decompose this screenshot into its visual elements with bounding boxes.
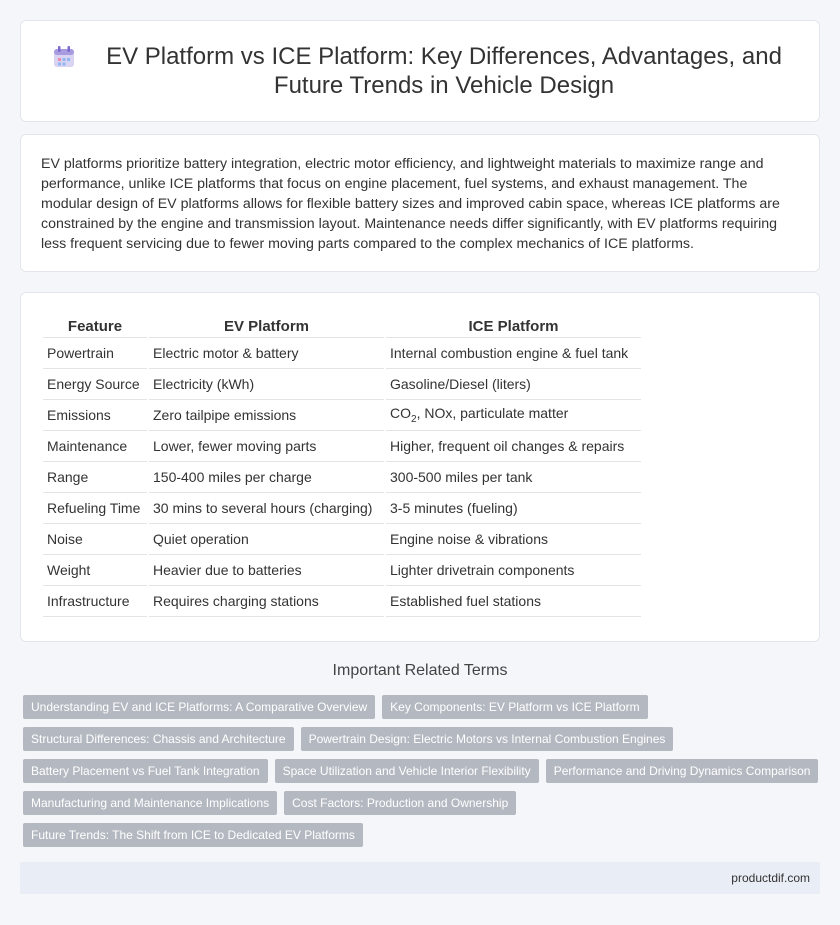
tag-row: Structural Differences: Chassis and Arch… bbox=[23, 727, 823, 751]
cell-ice: Higher, frequent oil changes & repairs bbox=[386, 431, 641, 462]
cell-ev: Quiet operation bbox=[149, 524, 384, 555]
related-term-link[interactable]: Key Components: EV Platform vs ICE Platf… bbox=[382, 695, 648, 719]
related-term-link[interactable]: Cost Factors: Production and Ownership bbox=[284, 791, 517, 815]
cell-ice: 3-5 minutes (fueling) bbox=[386, 493, 641, 524]
cell-ev: Heavier due to batteries bbox=[149, 555, 384, 586]
header-ev: EV Platform bbox=[149, 315, 384, 338]
cell-ice: Established fuel stations bbox=[386, 586, 641, 617]
cell-ice: Internal combustion engine & fuel tank bbox=[386, 338, 641, 369]
calendar-icon bbox=[51, 44, 77, 70]
comparison-card: Feature EV Platform ICE Platform Powertr… bbox=[20, 292, 820, 642]
related-term-link[interactable]: Understanding EV and ICE Platforms: A Co… bbox=[23, 695, 376, 719]
cell-ev: 150-400 miles per charge bbox=[149, 462, 384, 493]
tag-row: Battery Placement vs Fuel Tank Integrati… bbox=[23, 759, 823, 783]
table-row: Infrastructure Requires charging station… bbox=[43, 586, 641, 617]
cell-feature: Energy Source bbox=[43, 369, 147, 400]
cell-feature: Range bbox=[43, 462, 147, 493]
cell-feature: Infrastructure bbox=[43, 586, 147, 617]
emissions-rest: , NOx, particulate matter bbox=[416, 405, 569, 422]
header-card: EV Platform vs ICE Platform: Key Differe… bbox=[20, 20, 820, 122]
related-term-link[interactable]: Performance and Driving Dynamics Compari… bbox=[545, 759, 819, 783]
related-terms-list: Understanding EV and ICE Platforms: A Co… bbox=[23, 695, 823, 855]
cell-ice: CO2, NOx, particulate matter bbox=[386, 400, 641, 431]
tag-row: Understanding EV and ICE Platforms: A Co… bbox=[23, 695, 823, 719]
tag-row: Future Trends: The Shift from ICE to Ded… bbox=[23, 823, 823, 847]
related-terms-title: Important Related Terms bbox=[332, 662, 508, 679]
related-term-link[interactable]: Structural Differences: Chassis and Arch… bbox=[23, 727, 294, 751]
cell-ev: Zero tailpipe emissions bbox=[149, 400, 384, 431]
related-term-link[interactable]: Future Trends: The Shift from ICE to Ded… bbox=[23, 823, 363, 847]
table-row: Emissions Zero tailpipe emissions CO2, N… bbox=[43, 400, 641, 431]
comparison-table: Feature EV Platform ICE Platform Powertr… bbox=[41, 315, 643, 617]
cell-feature: Emissions bbox=[43, 400, 147, 431]
cell-ev: Electricity (kWh) bbox=[149, 369, 384, 400]
related-term-link[interactable]: Space Utilization and Vehicle Interior F… bbox=[274, 759, 539, 783]
related-term-link[interactable]: Powertrain Design: Electric Motors vs In… bbox=[300, 727, 674, 751]
table-row: Weight Heavier due to batteries Lighter … bbox=[43, 555, 641, 586]
intro-card: EV platforms prioritize battery integrat… bbox=[20, 134, 820, 272]
table-row: Powertrain Electric motor & battery Inte… bbox=[43, 338, 641, 369]
cell-ice: Engine noise & vibrations bbox=[386, 524, 641, 555]
co-text: CO bbox=[390, 405, 411, 422]
table-header-row: Feature EV Platform ICE Platform bbox=[43, 315, 641, 338]
cell-feature: Powertrain bbox=[43, 338, 147, 369]
related-term-link[interactable]: Battery Placement vs Fuel Tank Integrati… bbox=[23, 759, 268, 783]
table-row: Noise Quiet operation Engine noise & vib… bbox=[43, 524, 641, 555]
header-ice: ICE Platform bbox=[386, 315, 641, 338]
cell-ev: Requires charging stations bbox=[149, 586, 384, 617]
table-row: Energy Source Electricity (kWh) Gasoline… bbox=[43, 369, 641, 400]
related-term-link[interactable]: Manufacturing and Maintenance Implicatio… bbox=[23, 791, 278, 815]
footer: productdif.com bbox=[20, 862, 820, 894]
footer-site: productdif.com bbox=[731, 871, 810, 885]
cell-ice: Lighter drivetrain components bbox=[386, 555, 641, 586]
cell-feature: Noise bbox=[43, 524, 147, 555]
cell-feature: Maintenance bbox=[43, 431, 147, 462]
intro-text: EV platforms prioritize battery integrat… bbox=[41, 156, 780, 252]
table-row: Range 150-400 miles per charge 300-500 m… bbox=[43, 462, 641, 493]
cell-ice: 300-500 miles per tank bbox=[386, 462, 641, 493]
tag-row: Manufacturing and Maintenance Implicatio… bbox=[23, 791, 823, 815]
header-feature: Feature bbox=[43, 315, 147, 338]
cell-ice: Gasoline/Diesel (liters) bbox=[386, 369, 641, 400]
page-title: EV Platform vs ICE Platform: Key Differe… bbox=[106, 43, 782, 99]
cell-feature: Refueling Time bbox=[43, 493, 147, 524]
cell-feature: Weight bbox=[43, 555, 147, 586]
cell-ev: 30 mins to several hours (charging) bbox=[149, 493, 384, 524]
cell-ev: Electric motor & battery bbox=[149, 338, 384, 369]
cell-ev: Lower, fewer moving parts bbox=[149, 431, 384, 462]
table-row: Refueling Time 30 mins to several hours … bbox=[43, 493, 641, 524]
table-row: Maintenance Lower, fewer moving parts Hi… bbox=[43, 431, 641, 462]
